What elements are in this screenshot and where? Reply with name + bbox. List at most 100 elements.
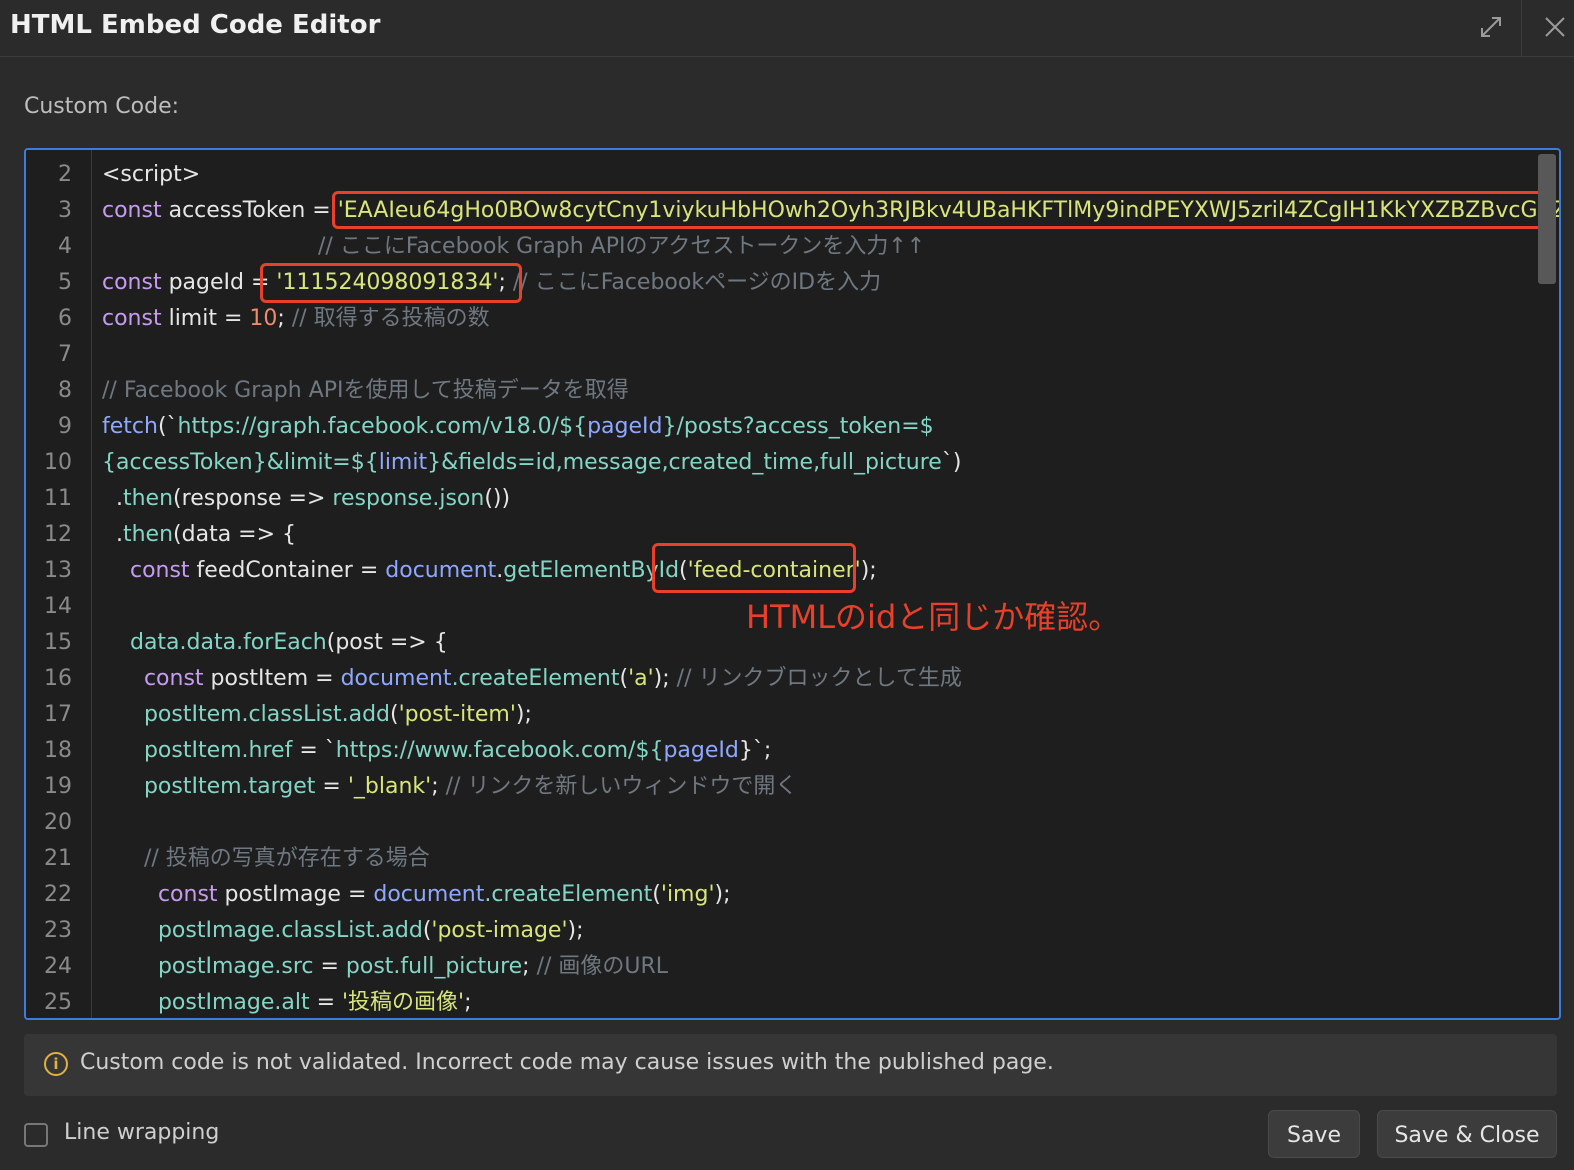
code-token: // リンクブロックとして生成: [676, 666, 962, 691]
dialog-title: HTML Embed Code Editor: [10, 10, 381, 40]
dialog-titlebar: HTML Embed Code Editor: [0, 0, 1574, 57]
code-token: {accessToken}&limit=${: [102, 450, 379, 475]
line-number: 23: [44, 918, 72, 943]
code-token: <script>: [102, 162, 201, 187]
code-token: const: [102, 198, 162, 223]
code-token: // 画像のURL: [536, 954, 669, 979]
line-number: 12: [44, 522, 72, 547]
editor-scrollbar[interactable]: [1538, 154, 1556, 284]
info-icon: i: [44, 1052, 68, 1076]
code-token: const: [102, 306, 162, 331]
line-wrapping-label[interactable]: Line wrapping: [64, 1120, 219, 1145]
line-number: 4: [58, 234, 72, 259]
line-number: 13: [44, 558, 72, 583]
code-token: pageId: [587, 414, 663, 439]
expand-icon[interactable]: [1474, 10, 1508, 44]
code-token: );: [567, 918, 584, 943]
line-number: 20: [44, 810, 72, 835]
line-number: 3: [58, 198, 72, 223]
line-number: 6: [58, 306, 72, 331]
code-token: postItem =: [203, 666, 341, 691]
code-token: }&fields=id,message,created_time,full_pi…: [427, 450, 942, 475]
code-token: const: [102, 666, 204, 691]
code-token: );: [860, 558, 877, 583]
save-button[interactable]: Save: [1268, 1110, 1360, 1158]
line-number: 2: [58, 162, 72, 187]
code-token: (data => {: [173, 522, 297, 547]
line-number: 15: [44, 630, 72, 655]
code-line: const postImage = document.createElement…: [102, 877, 731, 913]
code-token: // 投稿の写真が存在する場合: [102, 846, 430, 871]
code-token: );: [714, 882, 731, 907]
code-token: const: [102, 558, 190, 583]
line-number: 17: [44, 702, 72, 727]
code-token: =: [313, 954, 346, 979]
code-line: postImage.src = post.full_picture; // 画像…: [102, 949, 668, 985]
feed-container-highlight: [652, 543, 856, 593]
code-token: // 取得する投稿の数: [291, 306, 490, 331]
validation-notice: i Custom code is not validated. Incorrec…: [24, 1034, 1557, 1096]
line-wrapping-checkbox[interactable]: [24, 1123, 48, 1147]
code-token: );: [515, 702, 532, 727]
code-token: response.json: [332, 486, 485, 511]
code-token: '投稿の画像': [342, 990, 465, 1015]
annotation-text: HTMLのidと同じか確認。: [746, 598, 1121, 636]
notice-text: Custom code is not validated. Incorrect …: [80, 1050, 1054, 1075]
save-close-button[interactable]: Save & Close: [1377, 1110, 1557, 1158]
line-number-gutter: 2 3 4 5 6 7 8 9 10 11 12 13 14 15 16 17 …: [26, 150, 92, 1018]
close-icon[interactable]: [1538, 10, 1572, 44]
line-number: 19: [44, 774, 72, 799]
code-token: pageId: [663, 738, 739, 763]
code-line: postItem.target = '_blank'; // リンクを新しいウィ…: [102, 769, 797, 805]
access-token-highlight: [332, 191, 1544, 229]
page-id-highlight: [260, 263, 522, 303]
code-line: .then(data => {: [102, 517, 296, 553]
code-token: (post => {: [326, 630, 448, 655]
code-token: =: [309, 990, 342, 1015]
code-token: accessToken =: [161, 198, 338, 223]
code-token: .: [102, 486, 123, 511]
code-token: }`;: [738, 738, 772, 763]
code-token: '_blank': [347, 774, 432, 799]
code-token: const: [102, 270, 162, 295]
code-token: ;: [464, 990, 472, 1015]
custom-code-label: Custom Code:: [24, 94, 180, 119]
code-token: .createElement: [451, 666, 620, 691]
code-token: (`: [157, 414, 178, 439]
line-number: 24: [44, 954, 72, 979]
code-token: const: [102, 882, 218, 907]
code-line: <script>: [102, 157, 200, 193]
line-number: 21: [44, 846, 72, 871]
line-number: 22: [44, 882, 72, 907]
code-token: postItem.target: [102, 774, 316, 799]
code-token: 'a': [628, 666, 654, 691]
code-token: postItem.classList.add: [102, 702, 391, 727]
code-token: https://www.facebook.com/${: [335, 738, 664, 763]
line-number: 14: [44, 594, 72, 619]
code-line: postItem.href = `https://www.facebook.co…: [102, 733, 771, 769]
code-token: // ここにFacebook Graph APIのアクセストークンを入力↑↑: [318, 234, 926, 259]
code-token: ()): [484, 486, 511, 511]
code-token: (: [390, 702, 399, 727]
line-number: 8: [58, 378, 72, 403]
code-token: postImage.src: [102, 954, 314, 979]
code-token: (: [652, 882, 661, 907]
code-line: .then(response => response.json()): [102, 481, 510, 517]
code-token: (: [619, 666, 629, 691]
code-token: then: [122, 486, 174, 511]
code-line: postImage.classList.add('post-image');: [102, 913, 584, 949]
code-token: fetch: [102, 414, 158, 439]
code-token: // リンクを新しいウィンドウで開く: [445, 774, 798, 799]
code-token: postImage =: [217, 882, 374, 907]
code-token: document: [385, 558, 497, 583]
code-line: const postItem = document.createElement(…: [102, 661, 962, 697]
code-token: document: [340, 666, 452, 691]
code-token: https://graph.facebook.com/v18.0/${: [177, 414, 588, 439]
code-token: // Facebook Graph APIを使用して投稿データを取得: [102, 378, 629, 403]
code-token: document: [373, 882, 485, 907]
code-line: // ここにFacebook Graph APIのアクセストークンを入力↑↑: [318, 229, 925, 265]
titlebar-divider: [1521, 0, 1522, 56]
line-number: 10: [44, 450, 72, 475]
code-editor[interactable]: 2 3 4 5 6 7 8 9 10 11 12 13 14 15 16 17 …: [24, 148, 1561, 1020]
code-token: postImage.alt: [102, 990, 310, 1015]
